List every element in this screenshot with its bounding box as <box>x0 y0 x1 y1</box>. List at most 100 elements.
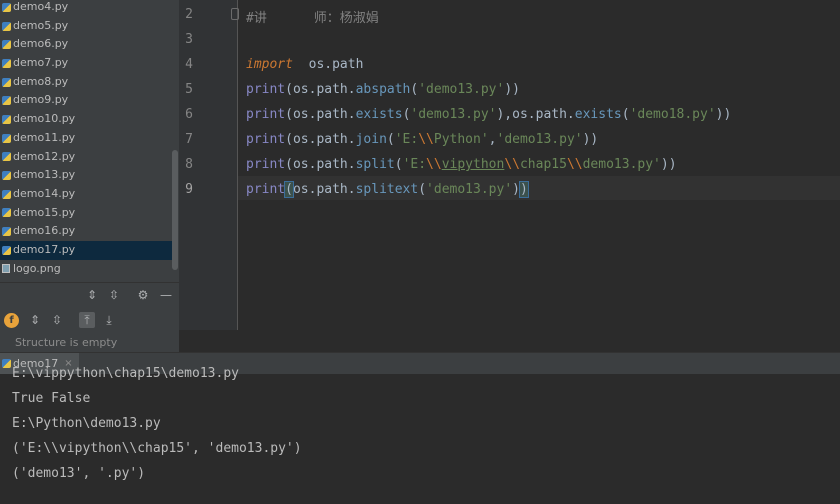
builtin-print: print <box>246 157 286 172</box>
python-file-icon <box>2 133 11 143</box>
line-number-current: 9 <box>185 182 193 197</box>
sidebar-scrollbar[interactable] <box>172 150 178 270</box>
project-file-list: demo4.py demo5.py demo6.py demo7.py demo… <box>0 0 172 280</box>
autoscroll-to-source-icon[interactable]: ⤒ <box>79 312 95 328</box>
gutter-divider <box>237 0 238 330</box>
builtin-print: print <box>246 82 286 97</box>
file-name: demo7.py <box>13 56 69 70</box>
collapse-all-icon[interactable]: ⇳ <box>106 287 122 303</box>
gear-icon[interactable]: ⚙ <box>135 287 151 303</box>
editor-empty-area[interactable] <box>179 330 840 352</box>
file-name: demo17.py <box>13 242 76 256</box>
file-item[interactable]: demo12.py <box>0 148 172 167</box>
file-name: demo4.py <box>13 0 69 13</box>
python-file-icon <box>2 2 11 12</box>
escape-sequence: \\ <box>566 157 583 172</box>
line-number: 4 <box>185 57 193 72</box>
project-sidebar: demo4.py demo5.py demo6.py demo7.py demo… <box>0 0 179 352</box>
file-name: demo10.py <box>13 112 76 126</box>
string-literal: 'E: <box>402 157 427 172</box>
console-output-line: True False <box>12 391 91 406</box>
python-file-icon <box>2 77 11 87</box>
code-text: ( <box>386 132 395 147</box>
file-item[interactable]: demo14.py <box>0 185 172 204</box>
file-item[interactable]: demo4.py <box>0 0 172 17</box>
run-console[interactable]: E:\vippython\chap15\demo13.py True False… <box>0 366 840 504</box>
code-text: ( <box>621 107 630 122</box>
file-name: demo6.py <box>13 37 69 51</box>
console-output-line: ('demo13', '.py') <box>12 466 146 481</box>
python-file-icon <box>2 208 11 218</box>
builtin-print: print <box>246 132 286 147</box>
autoscroll-from-source-icon[interactable]: ⤓ <box>101 312 117 328</box>
code-line[interactable]: print(os.path.abspath('demo13.py')) <box>246 82 520 97</box>
python-file-icon <box>2 21 11 31</box>
file-item[interactable]: demo6.py <box>0 35 172 54</box>
builtin-print: print <box>246 107 286 122</box>
code-text: (os.path. <box>285 157 356 172</box>
function-name: split <box>355 157 395 172</box>
file-name: demo9.py <box>13 93 69 107</box>
python-file-icon <box>2 152 11 162</box>
string-literal: 'demo13.py' <box>410 107 497 122</box>
divider <box>0 282 179 283</box>
line-number: 8 <box>185 157 193 172</box>
escape-sequence: \\ <box>418 132 434 147</box>
line-number: 7 <box>185 132 193 147</box>
file-item[interactable]: demo16.py <box>0 222 172 241</box>
console-output-line: ('E:\\vipython\\chap15', 'demo13.py') <box>12 441 302 456</box>
code-line-comment[interactable]: #讲 师：杨淑娟 <box>246 7 379 26</box>
code-line-import[interactable]: import os.path <box>246 57 363 72</box>
file-name: demo15.py <box>13 205 76 219</box>
file-name: logo.png <box>13 261 61 275</box>
code-line[interactable]: print(os.path.join('E:\\Python','demo13.… <box>246 132 598 147</box>
file-item[interactable]: demo15.py <box>0 204 172 223</box>
code-text: , <box>488 132 497 147</box>
code-text: )) <box>582 132 599 147</box>
collapse-all-icon[interactable]: ⇳ <box>49 312 65 328</box>
expand-all-icon[interactable]: ⇕ <box>27 312 43 328</box>
code-text: )) <box>660 157 677 172</box>
function-name: join <box>355 132 387 147</box>
file-item[interactable]: demo10.py <box>0 110 172 129</box>
string-literal: 'demo18.py' <box>629 107 716 122</box>
string-literal: chap15 <box>519 157 567 172</box>
code-line[interactable]: print(os.path.exists ( 'demo13.py'),os.pat… <box>246 107 731 122</box>
escape-sequence: \\ <box>426 157 442 172</box>
file-item[interactable]: demo7.py <box>0 54 172 73</box>
minimize-icon[interactable]: — <box>158 287 174 303</box>
fold-marker-icon[interactable] <box>231 8 239 20</box>
string-literal: demo13.py' <box>582 157 661 172</box>
line-number: 3 <box>185 32 193 47</box>
code-line-current[interactable]: print(os.path.splitext('demo13.py')) <box>246 181 529 198</box>
matched-brace: ( <box>284 181 294 198</box>
file-item[interactable]: demo13.py <box>0 166 172 185</box>
code-text: )) <box>504 82 520 97</box>
string-literal: 'demo13.py' <box>426 182 513 197</box>
string-literal: 'demo13.py' <box>418 82 505 97</box>
function-name: splitext <box>355 182 419 197</box>
file-item[interactable]: demo5.py <box>0 17 172 36</box>
file-item-selected[interactable]: demo17.py <box>0 240 172 260</box>
python-file-icon <box>2 40 11 50</box>
console-output-line: E:\Python\demo13.py <box>12 416 161 431</box>
string-literal: 'E: <box>394 132 419 147</box>
matched-brace: ) <box>518 181 529 198</box>
function-name: exists <box>355 107 403 122</box>
structure-empty-text: Structure is empty <box>15 336 118 349</box>
line-number: 5 <box>185 82 193 97</box>
code-line[interactable]: print(os.path.split('E:\\vipython\\chap1… <box>246 157 677 172</box>
file-item[interactable]: demo8.py <box>0 73 172 92</box>
file-name: demo16.py <box>13 224 76 238</box>
code-text: (os.path. <box>285 107 356 122</box>
code-text: ),os.path. <box>496 107 575 122</box>
string-literal-typo: vipython <box>441 157 505 172</box>
code-text: ( <box>418 182 427 197</box>
expand-all-icon[interactable]: ⇕ <box>84 287 100 303</box>
file-item[interactable]: demo9.py <box>0 91 172 110</box>
image-file-icon <box>2 264 10 274</box>
field-filter-icon[interactable]: f <box>4 313 19 328</box>
python-file-icon <box>2 96 11 106</box>
file-item[interactable]: logo.png <box>0 260 172 279</box>
file-item[interactable]: demo11.py <box>0 129 172 148</box>
